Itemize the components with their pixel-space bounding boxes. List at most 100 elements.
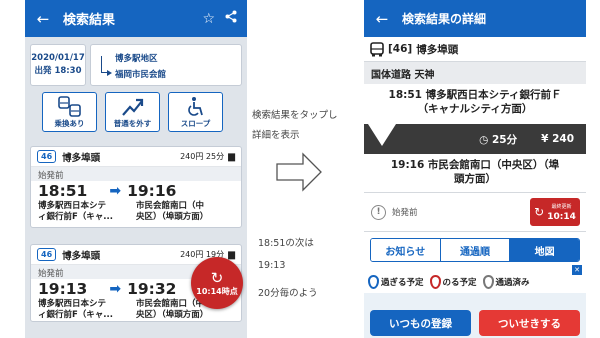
search-options: 乗換あり 普通を外す スロープ [42, 92, 223, 132]
departure-time: 18:51 [38, 182, 88, 200]
departure-time: 19:13 [38, 280, 88, 298]
legend-pass-label: 過ぎる予定 [381, 278, 424, 288]
destination-stop: 福岡市民会館 [115, 70, 167, 80]
search-date: 2020/01/17 [31, 53, 85, 63]
bus-icon: ▆ [228, 249, 235, 260]
gray-pin-icon [482, 275, 494, 289]
duration-value: 25分 [491, 133, 518, 146]
fare: ¥ 240 [541, 133, 574, 145]
flow-arrow-icon [276, 152, 322, 192]
to-stop-line: 央区）（埠頭方面） [136, 212, 209, 222]
legend-passed-label: 通過済み [495, 278, 530, 288]
result-detail-screen: ← 検索結果の詳細 [46] 博多埠頭 国体道路 天神 18:51 博多駅西日本… [364, 0, 586, 338]
stage: ← 検索結果 ☆ 2020/01/17 出発 18:30 博多駅地区 福岡市民会… [0, 0, 600, 338]
app-bar: ← 検索結果 ☆ [25, 0, 247, 37]
departure-stop: 18:51 博多駅西日本シティ銀行前Ｆ （キャナルシティ方面） [364, 84, 586, 124]
option-transfer-label: 乗換あり [54, 119, 85, 128]
result-status: 始発前 [31, 167, 241, 181]
refresh-button[interactable]: ↻ 最終更新 10:14 [530, 198, 580, 226]
result-times: 18:51 ➡ 19:16 [31, 181, 241, 201]
update-label: 最終更新 [551, 204, 572, 210]
to-stop-line: 市民会館南口（中 [136, 201, 205, 211]
bus-transfer-icon [57, 96, 81, 117]
route-section: 国体道路 天神 [364, 62, 586, 84]
red-pin-icon [429, 275, 441, 289]
follow-button[interactable]: ついせきする [479, 310, 580, 336]
arrival-line: 頭方面） [454, 173, 496, 185]
down-arrow-icon [368, 108, 396, 146]
route-number-badge: 46 [37, 248, 57, 261]
option-exclude-local-label: 普通を外す [113, 119, 152, 128]
back-arrow-icon[interactable]: ← [370, 10, 394, 28]
warning-icon: ! [371, 204, 386, 220]
legend-pass: 過ぎる予定 [368, 275, 424, 289]
star-icon[interactable]: ☆ [202, 11, 215, 27]
route-header: [46] 博多埠頭 [364, 37, 586, 62]
note-next: 18:51の次は [258, 238, 314, 249]
arrow-right-icon: ➡ [109, 281, 122, 297]
result-card[interactable]: 46 博多埠頭 240円 25分 ▆ 始発前 18:51 ➡ 19:16 博多駅… [30, 146, 242, 228]
legend-board: のる予定 [429, 275, 477, 289]
from-stop-line: 博多駅西日本シテ [38, 201, 107, 211]
app-bar: ← 検索結果の詳細 [364, 0, 586, 37]
tab-map[interactable]: 地図 [510, 239, 579, 261]
route-name: 博多埠頭 [62, 250, 101, 262]
detail-tabs: お知らせ 通過順 地図 [370, 238, 580, 262]
arrival-line: 19:16 市民会館南口（中央区）（埠 [390, 159, 560, 171]
refresh-icon: ↻ [534, 205, 545, 219]
from-stop-line: 博多駅西日本シテ [38, 299, 107, 309]
back-arrow-icon[interactable]: ← [31, 10, 55, 28]
origin-stop: 博多駅地区 [115, 54, 158, 64]
search-departure-time: 出発 18:30 [34, 66, 82, 76]
refresh-icon: ↻ [210, 268, 224, 287]
yen-icon: ¥ [541, 133, 549, 145]
from-stop-line: ィ銀行前F（キャ... [38, 310, 113, 320]
fab-time: 10:14時点 [196, 286, 238, 296]
page-title: 検索結果 [63, 13, 116, 28]
wheelchair-icon [187, 97, 203, 116]
departure-line: 18:51 博多駅西日本シティ銀行前Ｆ [388, 89, 562, 101]
clock-icon: ◷ [479, 133, 489, 146]
to-stop-line: 央区）（埠頭方面） [136, 310, 209, 320]
date-time-box[interactable]: 2020/01/17 出発 18:30 [30, 44, 86, 86]
note-detail: 詳細を表示 [252, 130, 300, 141]
arrival-time: 19:16 [127, 182, 177, 200]
bus-icon: ▆ [228, 151, 235, 162]
route-name: 博多埠頭 [416, 43, 459, 56]
option-exclude-local-button[interactable]: 普通を外す [105, 92, 160, 132]
tab-stop-order[interactable]: 通過順 [440, 239, 511, 261]
route-number-badge: 46 [37, 150, 57, 163]
arrow-right-icon: ➡ [109, 183, 122, 199]
page-title: 検索結果の詳細 [402, 12, 487, 26]
to-stop-line: 市民会館南口（中 [136, 299, 205, 309]
fare-duration: 240円 25分 [180, 152, 225, 161]
option-slope-button[interactable]: スロープ [168, 92, 223, 132]
tab-notice[interactable]: お知らせ [371, 239, 441, 261]
route-box[interactable]: 博多駅地区 福岡市民会館 [90, 44, 242, 86]
duration: ◷ 25分 [479, 132, 517, 147]
register-regular-button[interactable]: いつもの登録 [370, 310, 471, 336]
route-name: 博多埠頭 [62, 152, 101, 164]
trend-up-icon [121, 98, 143, 116]
update-time: 10:14 [547, 212, 576, 222]
result-stops: 博多駅西日本シテ ィ銀行前F（キャ... 市民会館南口（中 央区）（埠頭方面） [31, 201, 241, 227]
status-text: 始発前 [392, 208, 418, 218]
search-conditions: 2020/01/17 出発 18:30 博多駅地区 福岡市民会館 [30, 44, 242, 86]
share-icon[interactable] [225, 10, 237, 27]
note-next-time: 19:13 [258, 260, 286, 271]
from-stop-line: ィ銀行前F（キャ... [38, 212, 113, 222]
route-number: [46] [388, 43, 413, 55]
departure-line: （キャナルシティ方面） [417, 103, 533, 115]
map-legend: 過ぎる予定 のる予定 通過済み ✕ [368, 265, 582, 296]
arrival-stop: 19:16 市民会館南口（中央区）（埠 頭方面） [364, 154, 586, 192]
close-icon[interactable]: ✕ [572, 265, 582, 275]
arrival-time: 19:32 [127, 280, 177, 298]
option-transfer-button[interactable]: 乗換あり [42, 92, 97, 132]
legend-board-label: のる予定 [442, 278, 477, 288]
blue-pin-icon [368, 275, 379, 289]
fare-value: 240 [552, 133, 574, 145]
refresh-fab-button[interactable]: ↻ 10:14時点 [191, 257, 243, 309]
route-connector-icon [101, 56, 112, 76]
trip-summary-bar: ◷ 25分 ¥ 240 [364, 108, 586, 154]
note-interval: 20分毎のよう [258, 288, 318, 299]
